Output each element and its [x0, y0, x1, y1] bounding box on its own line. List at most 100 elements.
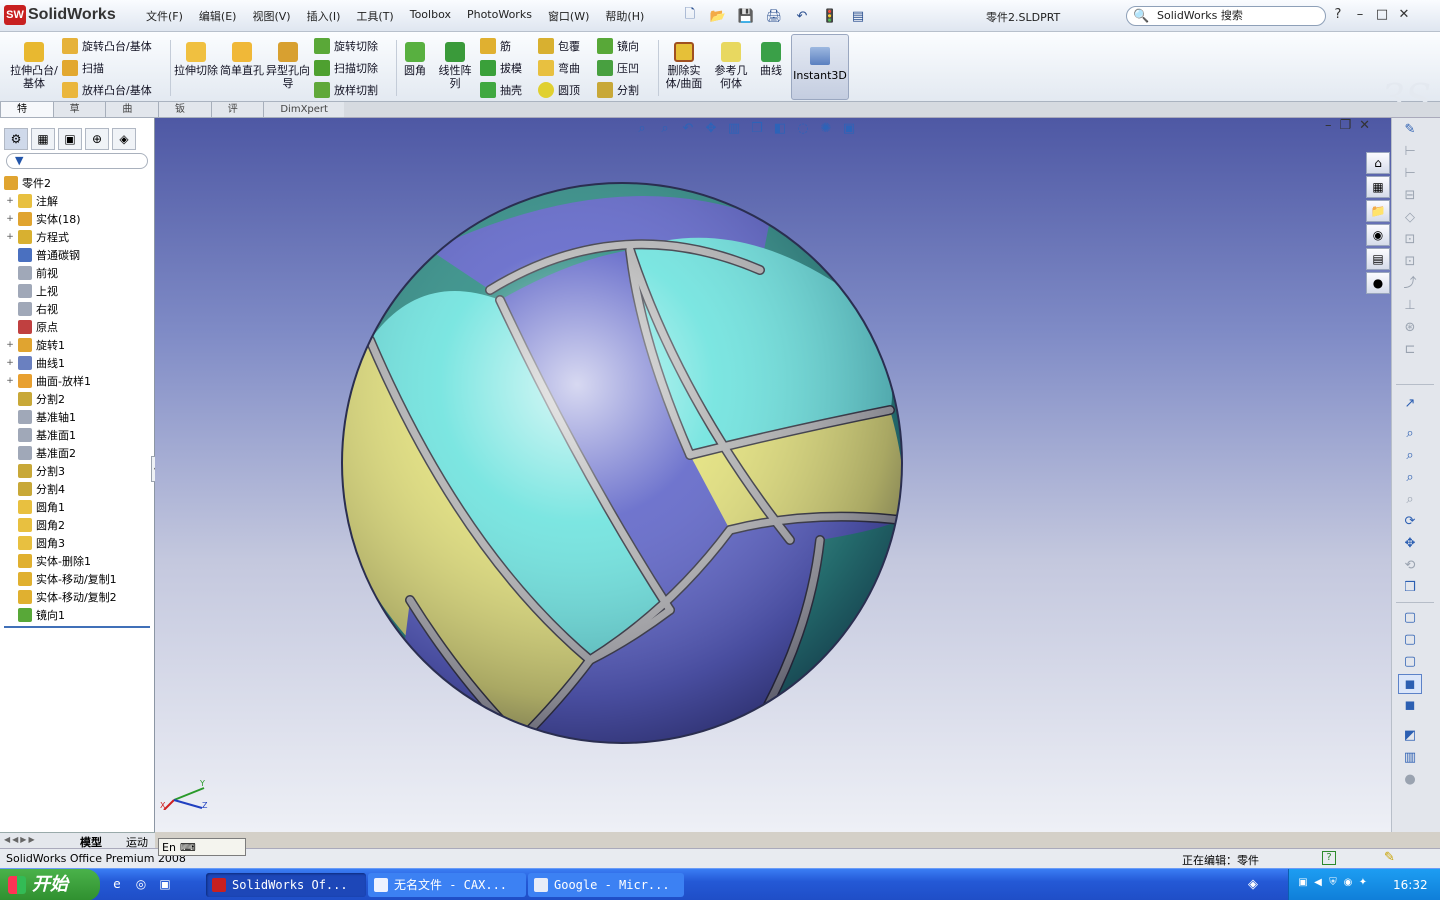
taskbar-item-solidworks[interactable]: SolidWorks Of...: [206, 873, 366, 897]
tab-sketch[interactable]: 草图: [52, 102, 107, 131]
extrude-boss-button[interactable]: 拉伸凸台/基体: [8, 38, 60, 100]
menu-toolbox[interactable]: Toolbox: [402, 8, 459, 24]
smart-dim-icon[interactable]: ⊢: [1398, 164, 1422, 184]
apply-scene-icon[interactable]: ▣: [840, 120, 858, 138]
hidden-lines-removed-icon[interactable]: ▢: [1398, 652, 1422, 672]
design-library-icon[interactable]: ▦: [1366, 176, 1390, 198]
loft-boss-button[interactable]: 放样凸台/基体: [62, 80, 152, 100]
revolve-cut-button[interactable]: 旋转切除: [314, 36, 378, 56]
rebuild-icon[interactable]: 🚦: [818, 6, 842, 26]
tree-item[interactable]: 分割3: [4, 462, 150, 480]
vertical-dim-icon[interactable]: ◇: [1398, 208, 1422, 228]
curves-button[interactable]: 曲线: [754, 38, 788, 100]
menu-insert[interactable]: 插入(I): [299, 8, 349, 24]
zoom-fit-icon[interactable]: ⌕: [1398, 424, 1422, 444]
zoom-to-area-icon[interactable]: ⌕: [656, 120, 674, 138]
solidworks-logo[interactable]: SW SolidWorks: [4, 4, 116, 26]
browser-icon[interactable]: ◎: [132, 877, 150, 893]
update-icon[interactable]: ✦: [1357, 877, 1369, 891]
instant3d-button[interactable]: Instant3D: [791, 34, 849, 100]
shell-button[interactable]: 抽壳: [480, 80, 522, 100]
appearances-icon[interactable]: ▤: [1366, 248, 1390, 270]
realview-icon[interactable]: ●: [1398, 770, 1422, 790]
ime-bar[interactable]: En ⌨: [158, 838, 246, 856]
status-pin-icon[interactable]: ✎: [1384, 850, 1395, 865]
tab-evaluate[interactable]: 评估: [210, 102, 265, 131]
tree-item[interactable]: 基准面1: [4, 426, 150, 444]
baseline-dim-icon[interactable]: ⊥: [1398, 296, 1422, 316]
feature-tree-tab-icon[interactable]: ⚙: [4, 128, 28, 150]
section-icon[interactable]: ▥: [1398, 748, 1422, 768]
rollback-bar[interactable]: [4, 626, 150, 628]
tree-item[interactable]: 上视: [4, 282, 150, 300]
tree-item[interactable]: 基准面2: [4, 444, 150, 462]
taskbar-item-google[interactable]: Google - Micr...: [528, 873, 684, 897]
tree-item[interactable]: 普通碳钢: [4, 246, 150, 264]
display-manager-tab-icon[interactable]: ◈: [112, 128, 136, 150]
revolve-boss-button[interactable]: 旋转凸台/基体: [62, 36, 152, 56]
tree-filter-input[interactable]: ▼: [6, 153, 148, 169]
solidworks-search[interactable]: 🔍 SolidWorks 搜索: [1126, 6, 1326, 26]
shaded-icon[interactable]: ◼: [1398, 696, 1422, 716]
chamfer-dim-icon[interactable]: ⤴: [1398, 274, 1422, 294]
expand-toggle-icon[interactable]: +: [4, 340, 16, 350]
graphics-area[interactable]: ⌕ ⌕ ↶ ✥ ▥ ❒ ◧ ◌ ✺ ▣ – ❐ ✕ X Y Z: [155, 118, 1391, 832]
extrude-cut-button[interactable]: 拉伸切除: [174, 38, 218, 100]
datum-icon[interactable]: ⊛: [1398, 318, 1422, 338]
expand-toggle-icon[interactable]: +: [4, 376, 16, 386]
linear-pattern-button[interactable]: 线性阵列: [434, 38, 476, 100]
tree-item[interactable]: 基准轴1: [4, 408, 150, 426]
rotate-icon[interactable]: ⟳: [1398, 512, 1422, 532]
tree-item[interactable]: 实体-移动/复制2: [4, 588, 150, 606]
simple-hole-button[interactable]: 简单直孔: [220, 38, 264, 100]
rib-button[interactable]: 筋: [480, 36, 511, 56]
horizontal-dim-icon[interactable]: ⊟: [1398, 186, 1422, 206]
tree-item[interactable]: 镜向1: [4, 606, 150, 624]
shaded-edges-icon[interactable]: ◼: [1398, 674, 1422, 694]
pan-icon[interactable]: ✥: [702, 120, 720, 138]
wrap-button[interactable]: 包覆: [538, 36, 580, 56]
dimxpert-tab-icon[interactable]: ⊕: [85, 128, 109, 150]
select-icon[interactable]: ↗: [1398, 394, 1422, 414]
menu-file[interactable]: 文件(F): [138, 8, 191, 24]
pan-view-icon[interactable]: ✥: [1398, 534, 1422, 554]
undo-icon[interactable]: ↶: [790, 6, 814, 26]
tree-item[interactable]: 实体-删除1: [4, 552, 150, 570]
home-icon[interactable]: ⌂: [1366, 152, 1390, 174]
menu-edit[interactable]: 编辑(E): [191, 8, 245, 24]
draft-button[interactable]: 拔模: [480, 58, 522, 78]
property-manager-tab-icon[interactable]: ▦: [31, 128, 55, 150]
mirror-button[interactable]: 镜向: [597, 36, 639, 56]
hole-wizard-button[interactable]: 异型孔向导: [266, 38, 310, 100]
maximize-icon[interactable]: □: [1374, 6, 1390, 24]
save-icon[interactable]: 💾: [734, 6, 758, 26]
viewport-minimize-icon[interactable]: –: [1325, 118, 1332, 133]
hide-show-icon[interactable]: ◌: [794, 120, 812, 138]
minimize-icon[interactable]: –: [1352, 6, 1368, 24]
section-view-icon[interactable]: ▥: [725, 120, 743, 138]
zoom-to-fit-icon[interactable]: ⌕: [633, 120, 651, 138]
view-palette-icon[interactable]: ◉: [1366, 224, 1390, 246]
menu-tools[interactable]: 工具(T): [348, 8, 401, 24]
tab-features[interactable]: 特征: [0, 102, 54, 131]
open-folder-icon[interactable]: 📂: [706, 6, 730, 26]
options-icon[interactable]: ▤: [846, 6, 870, 26]
perspective-icon[interactable]: ◩: [1398, 726, 1422, 746]
tree-item[interactable]: 分割4: [4, 480, 150, 498]
sketch-tool-icon[interactable]: ✎: [1398, 120, 1422, 140]
menu-window[interactable]: 窗口(W): [540, 8, 597, 24]
close-icon[interactable]: ✕: [1396, 6, 1412, 24]
zoom-in-out-icon[interactable]: ⌕: [1398, 468, 1422, 488]
roll-icon[interactable]: ⟲: [1398, 556, 1422, 576]
start-button[interactable]: 开始: [0, 869, 100, 900]
tree-item[interactable]: + 曲线1: [4, 354, 150, 372]
wireframe-icon[interactable]: ▢: [1398, 608, 1422, 628]
new-document-icon[interactable]: 🗋: [678, 6, 702, 26]
taskbar-item-cax[interactable]: 无名文件 - CAX...: [368, 873, 526, 897]
viewport-restore-icon[interactable]: ❐: [1340, 118, 1352, 133]
tab-sheetmetal[interactable]: 钣金: [158, 102, 212, 131]
angle-dim-icon[interactable]: ⊡: [1398, 252, 1422, 272]
zoom-selection-icon[interactable]: ⌕: [1398, 490, 1422, 510]
viewport-close-icon[interactable]: ✕: [1359, 118, 1370, 133]
dome-button[interactable]: 圆顶: [538, 80, 580, 100]
